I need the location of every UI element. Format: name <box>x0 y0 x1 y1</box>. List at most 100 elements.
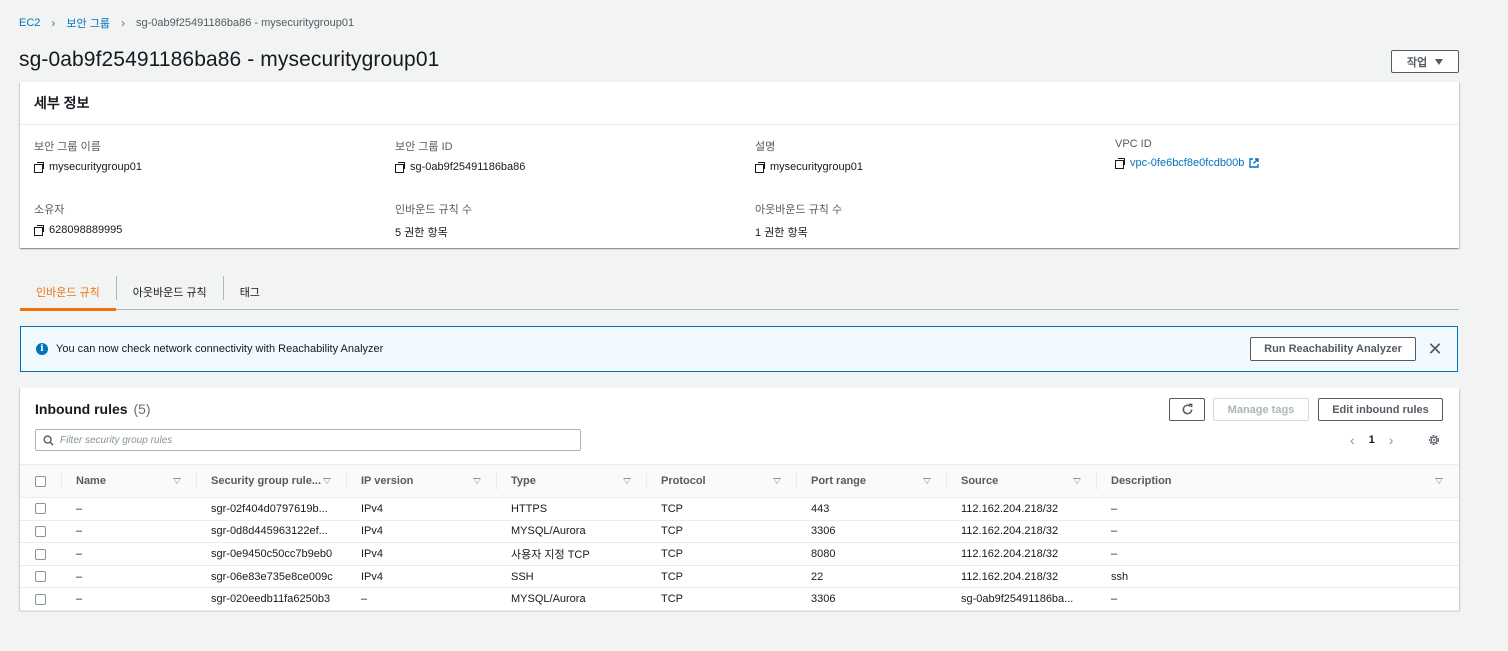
field-sg-id: 보안 그룹 ID sg-0ab9f25491186ba86 <box>395 138 525 173</box>
row-checkbox[interactable] <box>35 548 46 560</box>
cell-ip-version: IPv4 <box>347 565 497 589</box>
select-all-cell <box>20 464 62 498</box>
breadcrumb-ec2-link[interactable]: EC2 <box>19 17 40 29</box>
col-header-label: Description <box>1111 475 1172 487</box>
caret-down-icon <box>1435 58 1444 65</box>
cell-name: – <box>62 542 197 566</box>
table-row[interactable]: – sgr-020eedb11fa6250b3 – MYSQL/Aurora T… <box>20 587 1459 611</box>
row-select-cell <box>20 542 62 566</box>
cell-protocol: TCP <box>647 542 797 566</box>
select-all-checkbox[interactable] <box>35 475 46 487</box>
row-select-cell <box>20 497 62 521</box>
table-row[interactable]: – sgr-02f404d0797619b... IPv4 HTTPS TCP … <box>20 497 1459 521</box>
field-value: sg-0ab9f25491186ba86 <box>395 161 525 173</box>
chevron-left-icon[interactable]: ‹ <box>1350 432 1355 448</box>
row-select-cell <box>20 587 62 611</box>
table-row[interactable]: – sgr-0e9450c50cc7b9eb0 IPv4 사용자 지정 TCP … <box>20 542 1459 566</box>
sort-icon <box>323 478 331 484</box>
row-checkbox[interactable] <box>35 503 46 515</box>
cell-ip-version: IPv4 <box>347 497 497 521</box>
cell-rule-id: sgr-0e9450c50cc7b9eb0 <box>197 542 347 566</box>
row-checkbox[interactable] <box>35 525 46 537</box>
copy-icon[interactable] <box>395 162 405 173</box>
chevron-right-icon[interactable]: › <box>1389 432 1394 448</box>
field-value: 628098889995 <box>34 224 122 236</box>
field-inbound-count: 인바운드 규칙 수 5 권한 항목 <box>395 201 472 240</box>
vpc-id-link[interactable]: vpc-0fe6bcf8e0fcdb00b <box>1130 157 1244 169</box>
copy-icon[interactable] <box>34 225 44 236</box>
tab-inbound-rules[interactable]: 인바운드 규칙 <box>20 274 116 311</box>
cell-type: 사용자 지정 TCP <box>497 542 647 566</box>
field-owner: 소유자 628098889995 <box>34 201 122 236</box>
cell-protocol: TCP <box>647 587 797 611</box>
cell-source: 112.162.204.218/32 <box>947 565 1097 589</box>
field-value: mysecuritygroup01 <box>34 161 142 173</box>
cell-description: – <box>1097 497 1459 521</box>
cell-source: 112.162.204.218/32 <box>947 497 1097 521</box>
col-header-source[interactable]: Source <box>947 464 1097 498</box>
sort-icon <box>623 478 631 484</box>
cell-protocol: TCP <box>647 565 797 589</box>
cell-ip-version: IPv4 <box>347 520 497 544</box>
breadcrumb-security-groups-link[interactable]: 보안 그룹 <box>66 15 110 31</box>
manage-tags-button[interactable]: Manage tags <box>1213 398 1309 421</box>
col-header-protocol[interactable]: Protocol <box>647 464 797 498</box>
table-row[interactable]: – sgr-0d8d445963122ef... IPv4 MYSQL/Auro… <box>20 520 1459 544</box>
col-header-port-range[interactable]: Port range <box>797 464 947 498</box>
cell-protocol: TCP <box>647 497 797 521</box>
field-label: VPC ID <box>1115 138 1152 150</box>
row-checkbox[interactable] <box>35 593 46 605</box>
col-header-ip-version[interactable]: IP version <box>347 464 497 498</box>
search-input[interactable] <box>60 434 540 446</box>
sort-icon <box>1435 478 1443 484</box>
col-header-label: IP version <box>361 475 414 487</box>
row-checkbox[interactable] <box>35 571 46 583</box>
copy-icon[interactable] <box>755 162 765 173</box>
sort-icon <box>473 478 481 484</box>
cell-port-range: 8080 <box>797 542 947 566</box>
field-sg-name: 보안 그룹 이름 mysecuritygroup01 <box>34 138 142 173</box>
run-reachability-analyzer-button[interactable]: Run Reachability Analyzer <box>1250 337 1416 361</box>
close-icon[interactable]: ✕ <box>1426 339 1444 359</box>
field-outbound-count: 아웃바운드 규칙 수 1 권한 항목 <box>755 201 842 240</box>
tab-outbound-rules[interactable]: 아웃바운드 규칙 <box>117 274 223 310</box>
col-header-rule-id[interactable]: Security group rule... <box>197 464 347 498</box>
cell-description: – <box>1097 520 1459 544</box>
search-icon <box>43 434 54 446</box>
inbound-rules-panel: Inbound rules (5) Manage tags Edit inbou… <box>20 388 1459 611</box>
table-row[interactable]: – sgr-06e83e735e8ce009c IPv4 SSH TCP 22 … <box>20 565 1459 589</box>
refresh-button[interactable] <box>1169 398 1205 421</box>
cell-port-range: 443 <box>797 497 947 521</box>
outbound-count-value: 1 권한 항목 <box>755 227 808 239</box>
info-flash-banner: i You can now check network connectivity… <box>20 326 1458 372</box>
cell-type: MYSQL/Aurora <box>497 587 647 611</box>
copy-icon[interactable] <box>34 162 44 173</box>
col-header-label: Type <box>511 475 536 487</box>
rules-search <box>35 429 581 451</box>
actions-dropdown-button[interactable]: 작업 <box>1391 50 1459 73</box>
details-header: 세부 정보 <box>20 82 1459 125</box>
cell-rule-id: sgr-020eedb11fa6250b3 <box>197 587 347 611</box>
cell-type: SSH <box>497 565 647 589</box>
cell-rule-id: sgr-02f404d0797619b... <box>197 497 347 521</box>
field-label: 설명 <box>755 141 776 153</box>
current-page[interactable]: 1 <box>1369 434 1375 446</box>
chevron-right-icon: › <box>51 16 56 30</box>
tab-tags[interactable]: 태그 <box>224 274 276 310</box>
copy-icon[interactable] <box>1115 158 1125 169</box>
col-header-label: Port range <box>811 475 867 487</box>
col-header-description[interactable]: Description <box>1097 464 1459 498</box>
field-label: 소유자 <box>34 204 65 216</box>
cell-source: 112.162.204.218/32 <box>947 542 1097 566</box>
inbound-count-value: 5 권한 항목 <box>395 227 448 239</box>
cell-source: sg-0ab9f25491186ba... <box>947 587 1097 611</box>
edit-inbound-rules-button[interactable]: Edit inbound rules <box>1318 398 1443 421</box>
cell-name: – <box>62 497 197 521</box>
owner-value: 628098889995 <box>49 224 123 236</box>
col-header-type[interactable]: Type <box>497 464 647 498</box>
actions-label: 작업 <box>1406 56 1428 69</box>
sort-icon <box>923 478 931 484</box>
col-header-name[interactable]: Name <box>62 464 197 498</box>
sort-icon <box>773 478 781 484</box>
gear-icon[interactable] <box>1428 434 1440 446</box>
